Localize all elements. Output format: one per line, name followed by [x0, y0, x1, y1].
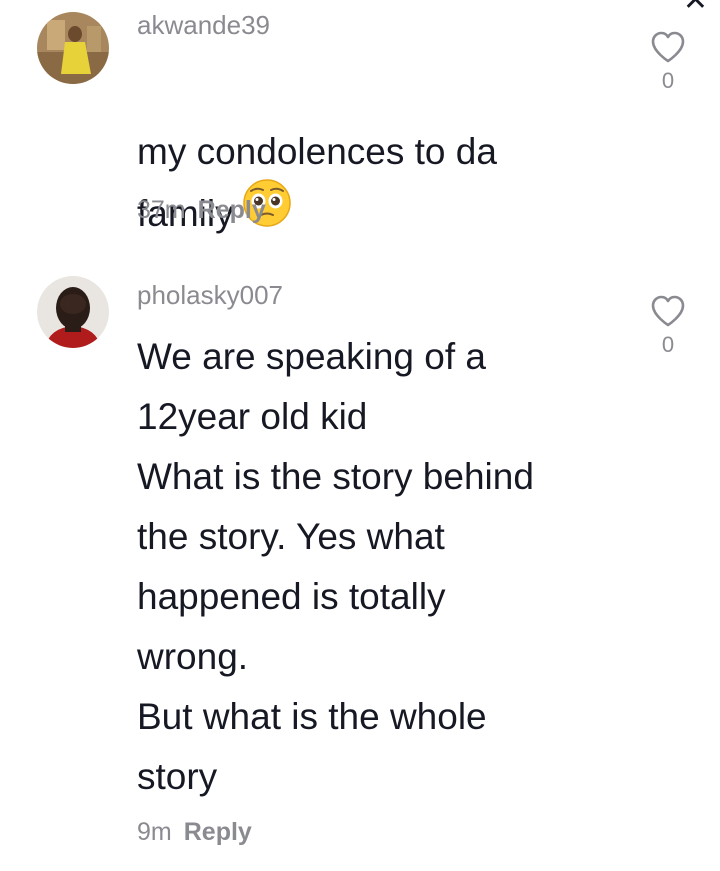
avatar[interactable] [37, 276, 109, 348]
comment-meta: 9m Reply [137, 818, 252, 847]
like-count: 0 [661, 332, 675, 357]
comment-username[interactable]: akwande39 [137, 10, 270, 41]
comment-timestamp: 37m [137, 196, 186, 224]
like-button[interactable]: 0 [646, 294, 690, 358]
comment-text: We are speaking of a 12year old kid What… [137, 336, 534, 797]
heart-icon [651, 295, 685, 327]
comment-username[interactable]: pholasky007 [137, 280, 283, 311]
comment-meta: 37m Reply [137, 196, 266, 225]
comment-timestamp: 9m [137, 818, 172, 846]
reply-button[interactable]: Reply [198, 196, 266, 224]
close-icon[interactable]: ✕ [683, 0, 708, 16]
like-count: 0 [661, 68, 675, 93]
like-button[interactable]: 0 [646, 30, 690, 94]
avatar[interactable] [37, 12, 109, 84]
heart-icon [651, 31, 685, 63]
reply-button[interactable]: Reply [184, 818, 252, 846]
